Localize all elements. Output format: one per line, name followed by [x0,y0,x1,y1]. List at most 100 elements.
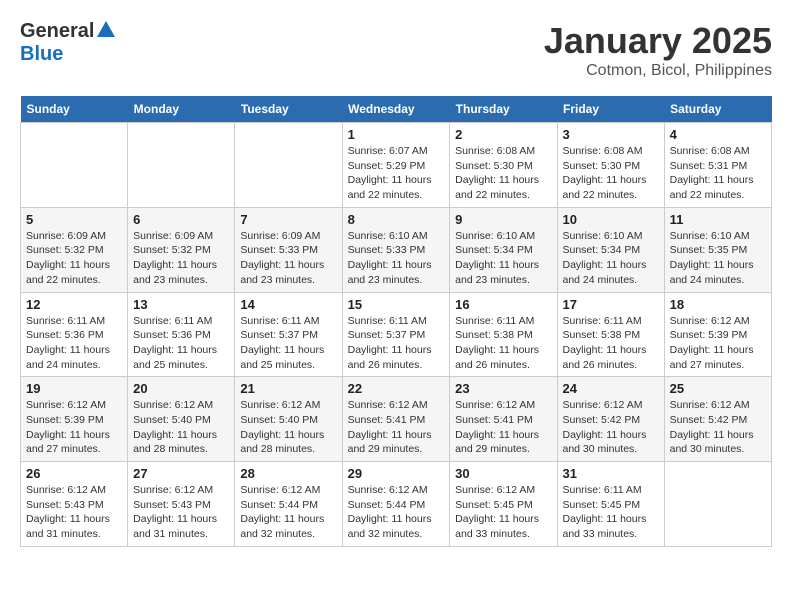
day-info: Sunrise: 6:11 AMSunset: 5:37 PMDaylight:… [240,314,336,373]
day-number: 12 [26,297,122,312]
header-friday: Friday [557,96,664,123]
calendar-cell: 9Sunrise: 6:10 AMSunset: 5:34 PMDaylight… [450,207,557,292]
calendar-cell: 21 Sunrise: 6:12 AMSunset: 5:40 PMDayligh… [235,377,342,462]
day-info: Sunrise: 6:12 AMSunset: 5:43 PMDaylight:… [133,483,229,542]
page-container: General Blue January 2025 Cotmon, Bicol,… [0,0,792,557]
day-number: 15 [348,297,445,312]
calendar-cell: 23 Sunrise: 6:12 AMSunset: 5:41 PMDayligh… [450,377,557,462]
calendar-cell: 28 Sunrise: 6:12 AMSunset: 5:44 PMDayligh… [235,462,342,547]
day-number: 23 [455,381,551,396]
day-number: 8 [348,212,445,227]
day-number: 22 [348,381,445,396]
calendar-cell: 13 Sunrise: 6:11 AMSunset: 5:36 PMDayligh… [128,292,235,377]
day-number: 6 [133,212,229,227]
calendar-cell: 26 Sunrise: 6:12 AMSunset: 5:43 PMDayligh… [21,462,128,547]
week-row-5: 26 Sunrise: 6:12 AMSunset: 5:43 PMDayligh… [21,462,772,547]
day-info: Sunrise: 6:12 AMSunset: 5:41 PMDaylight:… [455,398,551,457]
day-info: Sunrise: 6:08 AMSunset: 5:30 PMDaylight:… [563,144,659,203]
header-area: General Blue January 2025 Cotmon, Bicol,… [20,20,772,80]
location-subtitle: Cotmon, Bicol, Philippines [544,62,772,80]
calendar-cell: 12 Sunrise: 6:11 AMSunset: 5:36 PMDayligh… [21,292,128,377]
day-info: Sunrise: 6:09 AMSunset: 5:32 PMDaylight:… [133,229,229,288]
day-number: 7 [240,212,336,227]
logo: General Blue [20,20,115,66]
day-number: 20 [133,381,229,396]
day-info: Sunrise: 6:12 AMSunset: 5:42 PMDaylight:… [670,398,766,457]
day-number: 19 [26,381,122,396]
day-info: Sunrise: 6:10 AMSunset: 5:35 PMDaylight:… [670,229,766,288]
calendar-cell: 25Sunrise: 6:12 AMSunset: 5:42 PMDayligh… [664,377,771,462]
day-number: 10 [563,212,659,227]
calendar-cell: 14 Sunrise: 6:11 AMSunset: 5:37 PMDayligh… [235,292,342,377]
month-title: January 2025 [544,20,772,62]
day-info: Sunrise: 6:10 AMSunset: 5:34 PMDaylight:… [455,229,551,288]
calendar-cell: 7Sunrise: 6:09 AMSunset: 5:33 PMDaylight… [235,207,342,292]
day-number: 16 [455,297,551,312]
day-number: 14 [240,297,336,312]
day-info: Sunrise: 6:12 AMSunset: 5:42 PMDaylight:… [563,398,659,457]
day-number: 13 [133,297,229,312]
day-number: 11 [670,212,766,227]
calendar-cell: 5 Sunrise: 6:09 AMSunset: 5:32 PMDaylight… [21,207,128,292]
day-number: 4 [670,127,766,142]
day-info: Sunrise: 6:12 AMSunset: 5:41 PMDaylight:… [348,398,445,457]
day-info: Sunrise: 6:09 AMSunset: 5:32 PMDaylight:… [26,229,122,288]
calendar-cell: 16 Sunrise: 6:11 AMSunset: 5:38 PMDayligh… [450,292,557,377]
logo-blue: Blue [20,43,63,65]
day-info: Sunrise: 6:12 AMSunset: 5:40 PMDaylight:… [133,398,229,457]
day-number: 5 [26,212,122,227]
day-info: Sunrise: 6:11 AMSunset: 5:37 PMDaylight:… [348,314,445,373]
day-info: Sunrise: 6:11 AMSunset: 5:38 PMDaylight:… [455,314,551,373]
header-saturday: Saturday [664,96,771,123]
calendar-cell: 17 Sunrise: 6:11 AMSunset: 5:38 PMDayligh… [557,292,664,377]
week-row-1: 1 Sunrise: 6:07 AMSunset: 5:29 PMDaylight… [21,123,772,208]
day-info: Sunrise: 6:12 AMSunset: 5:40 PMDaylight:… [240,398,336,457]
day-number: 3 [563,127,659,142]
logo-icon [97,21,115,37]
day-number: 1 [348,127,445,142]
week-row-2: 5 Sunrise: 6:09 AMSunset: 5:32 PMDaylight… [21,207,772,292]
calendar-cell: 20 Sunrise: 6:12 AMSunset: 5:40 PMDayligh… [128,377,235,462]
day-number: 21 [240,381,336,396]
header-tuesday: Tuesday [235,96,342,123]
day-number: 26 [26,466,122,481]
header-wednesday: Wednesday [342,96,450,123]
calendar-cell: 3 Sunrise: 6:08 AMSunset: 5:30 PMDaylight… [557,123,664,208]
calendar-cell: 30 Sunrise: 6:12 AMSunset: 5:45 PMDayligh… [450,462,557,547]
header-sunday: Sunday [21,96,128,123]
day-info: Sunrise: 6:11 AMSunset: 5:38 PMDaylight:… [563,314,659,373]
day-info: Sunrise: 6:11 AMSunset: 5:36 PMDaylight:… [26,314,122,373]
weekday-header-row: Sunday Monday Tuesday Wednesday Thursday… [21,96,772,123]
calendar-cell [664,462,771,547]
header-thursday: Thursday [450,96,557,123]
day-info: Sunrise: 6:12 AMSunset: 5:45 PMDaylight:… [455,483,551,542]
day-number: 28 [240,466,336,481]
day-number: 31 [563,466,659,481]
day-info: Sunrise: 6:07 AMSunset: 5:29 PMDaylight:… [348,144,445,203]
calendar-cell: 22 Sunrise: 6:12 AMSunset: 5:41 PMDayligh… [342,377,450,462]
calendar-cell: 19Sunrise: 6:12 AMSunset: 5:39 PMDayligh… [21,377,128,462]
calendar-cell: 11 Sunrise: 6:10 AMSunset: 5:35 PMDayligh… [664,207,771,292]
calendar-cell: 27 Sunrise: 6:12 AMSunset: 5:43 PMDayligh… [128,462,235,547]
day-info: Sunrise: 6:10 AMSunset: 5:33 PMDaylight:… [348,229,445,288]
calendar-cell: 6 Sunrise: 6:09 AMSunset: 5:32 PMDaylight… [128,207,235,292]
day-number: 17 [563,297,659,312]
calendar-cell: 4Sunrise: 6:08 AMSunset: 5:31 PMDaylight… [664,123,771,208]
calendar-cell: 18Sunrise: 6:12 AMSunset: 5:39 PMDayligh… [664,292,771,377]
header-monday: Monday [128,96,235,123]
day-info: Sunrise: 6:10 AMSunset: 5:34 PMDaylight:… [563,229,659,288]
calendar-cell [128,123,235,208]
week-row-3: 12 Sunrise: 6:11 AMSunset: 5:36 PMDayligh… [21,292,772,377]
calendar-cell [21,123,128,208]
calendar-cell: 31Sunrise: 6:11 AMSunset: 5:45 PMDayligh… [557,462,664,547]
calendar-cell: 29Sunrise: 6:12 AMSunset: 5:44 PMDayligh… [342,462,450,547]
day-info: Sunrise: 6:12 AMSunset: 5:43 PMDaylight:… [26,483,122,542]
day-info: Sunrise: 6:12 AMSunset: 5:44 PMDaylight:… [240,483,336,542]
week-row-4: 19Sunrise: 6:12 AMSunset: 5:39 PMDayligh… [21,377,772,462]
calendar-cell: 8 Sunrise: 6:10 AMSunset: 5:33 PMDaylight… [342,207,450,292]
logo-general: General [20,20,94,43]
day-info: Sunrise: 6:11 AMSunset: 5:36 PMDaylight:… [133,314,229,373]
title-area: January 2025 Cotmon, Bicol, Philippines [544,20,772,80]
day-number: 27 [133,466,229,481]
day-number: 30 [455,466,551,481]
